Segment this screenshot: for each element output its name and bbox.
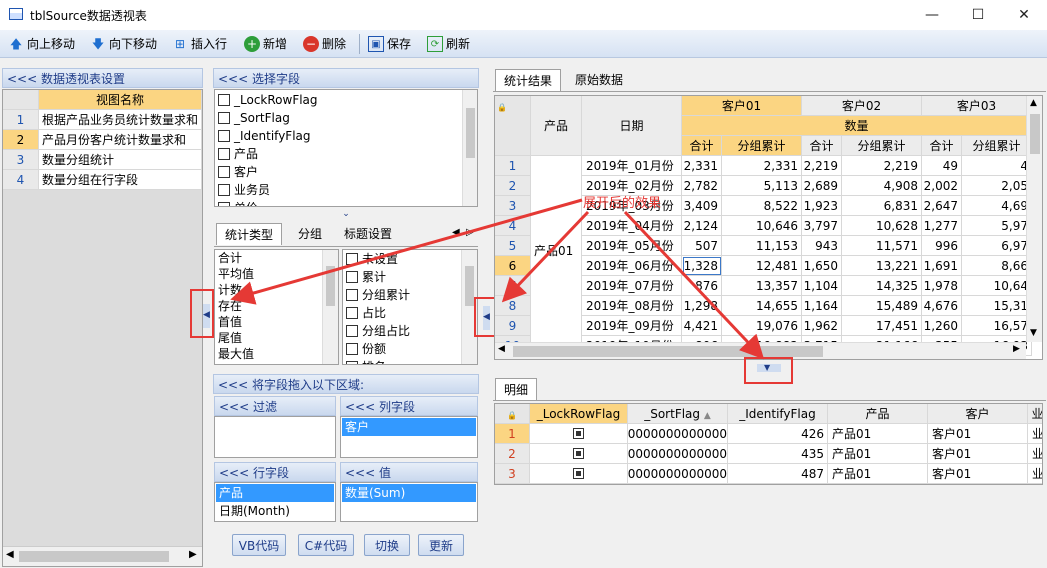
detail-sort-cell[interactable]: 0000000000000: [628, 444, 728, 464]
detail-sort-cell[interactable]: 0000000000000: [628, 464, 728, 484]
detail-customer-cell[interactable]: 客户01: [928, 444, 1028, 464]
detail-id-cell[interactable]: 426: [728, 424, 828, 444]
detail-id-cell[interactable]: 487: [728, 464, 828, 484]
detail-tabstrip: 明细: [493, 377, 1046, 401]
detail-col-header[interactable]: _SortFlag ▲: [628, 404, 728, 424]
detail-customer-cell[interactable]: 客户01: [928, 424, 1028, 444]
tab-detail[interactable]: 明细: [495, 378, 538, 400]
detail-extra-cell[interactable]: 业: [1028, 444, 1042, 464]
lock-checkbox[interactable]: [573, 468, 584, 479]
arrow-to-left: [230, 198, 583, 305]
detail-extra-cell[interactable]: 业: [1028, 464, 1042, 484]
detail-product-cell[interactable]: 产品01: [828, 464, 928, 484]
lock-checkbox[interactable]: [573, 428, 584, 439]
arrow-to-middle: [501, 210, 590, 303]
detail-id-cell[interactable]: 435: [728, 444, 828, 464]
detail-sort-cell[interactable]: 0000000000000: [628, 424, 728, 444]
detail-col-header[interactable]: _LockRowFlag: [530, 404, 628, 424]
detail-grid: 🔒 _LockRowFlag _SortFlag ▲ _IdentifyFlag…: [494, 403, 1043, 485]
detail-row-number[interactable]: 1: [495, 424, 530, 444]
arrow-to-bottom: [623, 210, 765, 360]
detail-corner: 🔒: [495, 404, 530, 424]
lock-icon: 🔒: [507, 411, 517, 420]
detail-col-header[interactable]: 客户: [928, 404, 1028, 424]
detail-product-cell[interactable]: 产品01: [828, 444, 928, 464]
detail-lock-cell[interactable]: [530, 424, 628, 444]
detail-col-header[interactable]: _IdentifyFlag: [728, 404, 828, 424]
detail-customer-cell[interactable]: 客户01: [928, 464, 1028, 484]
detail-lock-cell[interactable]: [530, 444, 628, 464]
detail-lock-cell[interactable]: [530, 464, 628, 484]
detail-row-number[interactable]: 3: [495, 464, 530, 484]
detail-product-cell[interactable]: 产品01: [828, 424, 928, 444]
sort-asc-icon: ▲: [703, 411, 711, 421]
detail-col-label: _SortFlag: [644, 407, 701, 421]
detail-col-header[interactable]: 业: [1028, 404, 1042, 424]
detail-extra-cell[interactable]: 业: [1028, 424, 1042, 444]
detail-col-header[interactable]: 产品: [828, 404, 928, 424]
lock-checkbox[interactable]: [573, 448, 584, 459]
detail-row-number[interactable]: 2: [495, 444, 530, 464]
